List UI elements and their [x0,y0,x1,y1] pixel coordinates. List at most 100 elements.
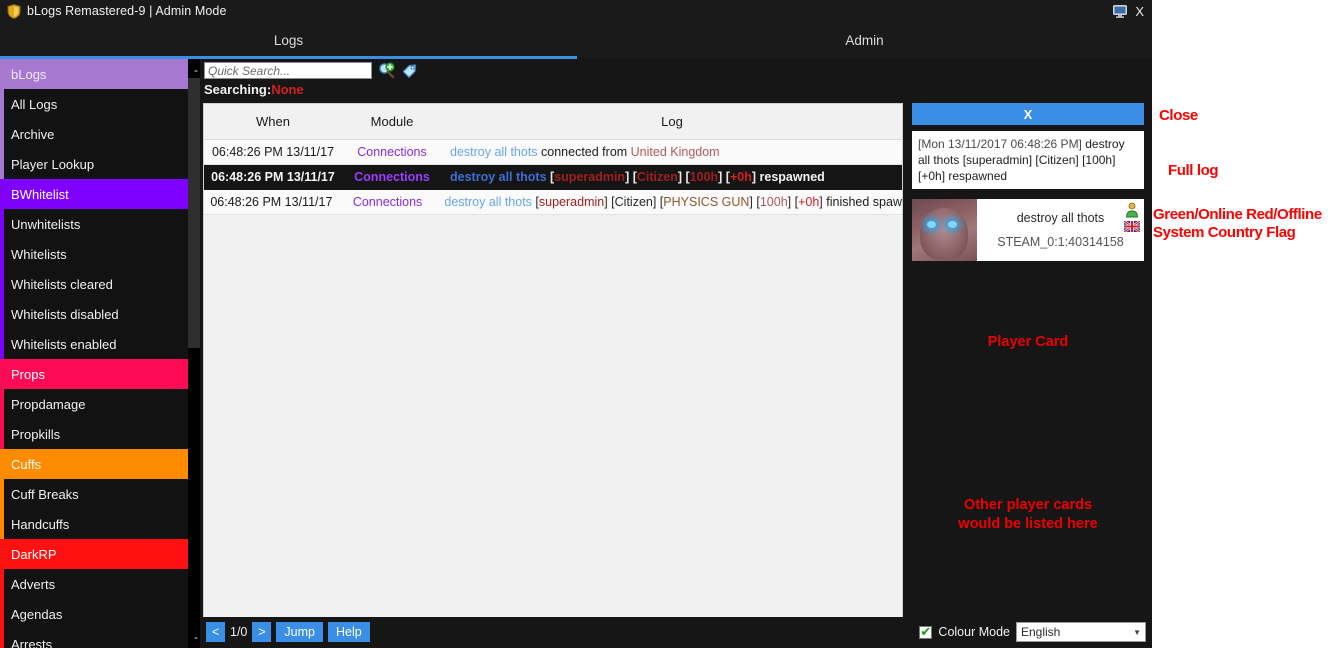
sidebar-group-strip [0,599,4,629]
sidebar-item-whitelists-enabled[interactable]: Whitelists enabled [0,329,188,359]
player-badges [1124,202,1140,232]
annotation-layer: Close Full log Green/Online Red/Offline S… [1152,0,1335,648]
chevron-down-icon: ▼ [1133,627,1141,637]
log-token: Citizen [614,195,653,209]
sidebar-group-strip [0,629,4,648]
sidebar-item-label: Cuffs [11,456,42,472]
sidebar-group-strip [0,119,4,149]
log-token: finished spaw [826,195,902,209]
sidebar-item-whitelists-cleared[interactable]: Whitelists cleared [0,269,188,299]
bottom-bar-right: Colour Mode English ▼ [919,622,1146,642]
colour-mode-checkbox[interactable] [919,624,933,640]
online-person-icon [1124,202,1140,218]
log-token: ] [ [604,195,615,209]
sidebar-item-propkills[interactable]: Propkills [0,419,188,449]
monitor-icon[interactable] [1113,4,1128,18]
sidebar-item-label: Whitelists cleared [11,276,113,292]
log-token: 100h [759,195,788,209]
logs-table-header: When Module Log [204,104,902,140]
sidebar-item-cuff-breaks[interactable]: Cuff Breaks [0,479,188,509]
sidebar-item-darkrp[interactable]: DarkRP [0,539,188,569]
window-close-button[interactable]: X [1135,5,1144,18]
sidebar-item-label: Cuff Breaks [11,486,79,502]
sidebar-item-player-lookup[interactable]: Player Lookup [0,149,188,179]
title-bar-left: bLogs Remastered-9 | Admin Mode [0,3,227,19]
sidebar-item-label: Whitelists disabled [11,306,119,322]
log-token: United Kingdom [630,145,720,159]
sidebar-item-adverts[interactable]: Adverts [0,569,188,599]
sidebar-item-label: Whitelists [11,246,67,262]
title-bar-right: X [1113,0,1144,22]
sidebar-item-whitelists[interactable]: Whitelists [0,239,188,269]
sidebar-item-bwhitelist[interactable]: BWhitelist [0,179,188,209]
sidebar-item-label: All Logs [11,96,58,112]
blogs-window: bLogs Remastered-9 | Admin Mode X Logs A… [0,0,1152,648]
player-card[interactable]: destroy all thots STEAM_0:1:40314158 [912,199,1144,261]
tab-logs[interactable]: Logs [0,22,577,58]
table-row[interactable]: 06:48:26 PM 13/11/17 Connections destroy a… [204,190,902,215]
sidebar-item-props[interactable]: Props [0,359,188,389]
search-add-icon[interactable] [378,62,395,79]
log-token: ] [ [787,195,799,209]
tab-bar: Logs Admin [0,22,1152,58]
sidebar-item-arrests[interactable]: Arrests [0,629,188,648]
sidebar-item-propdamage[interactable]: Propdamage [0,389,188,419]
sidebar-item-label: Adverts [11,576,56,592]
sidebar-item-whitelists-disabled[interactable]: Whitelists disabled [0,299,188,329]
player-avatar [912,199,977,261]
cell-log: destroy all thots [superadmin] [Citizen]… [436,195,902,209]
language-value: English [1021,625,1061,639]
table-row[interactable]: 06:48:26 PM 13/11/17 Connections destroy a… [204,165,902,190]
shield-icon [7,3,21,19]
avatar-eye-left [927,221,936,228]
column-header-module[interactable]: Module [342,114,442,129]
sidebar-group-strip [0,479,4,509]
cell-module: Connections [354,170,430,184]
language-select[interactable]: English ▼ [1016,622,1146,642]
sidebar-item-archive[interactable]: Archive [0,119,188,149]
cell-when: 06:48:26 PM 13/11/17 [211,145,335,159]
sidebar-item-handcuffs[interactable]: Handcuffs [0,509,188,539]
sidebar-item-cuffs[interactable]: Cuffs [0,449,188,479]
searching-label: Searching: [204,82,272,97]
column-header-log[interactable]: Log [442,114,902,129]
sidebar-item-all-logs[interactable]: All Logs [0,89,188,119]
sidebar-item-agendas[interactable]: Agendas [0,599,188,629]
jump-button[interactable]: Jump [276,622,323,642]
sidebar-group-strip [0,269,4,299]
sidebar-group-strip [0,89,4,119]
log-token: destroy all thots [444,195,536,209]
player-steamid: STEAM_0:1:40314158 [997,235,1124,249]
tab-admin[interactable]: Admin [577,22,1152,58]
column-header-when[interactable]: When [204,114,342,129]
log-token: ] [ [625,170,637,184]
uk-flag-icon [1124,221,1140,232]
log-token: +0h [729,170,752,184]
next-page-button[interactable]: > [252,622,272,642]
sidebar-item-label: DarkRP [11,546,57,562]
avatar-face [920,208,968,260]
detail-panel: X [Mon 13/11/2017 06:48:26 PM] destroy a… [908,59,1152,648]
sidebar-item-label: Archive [11,126,55,142]
sidebar-group-strip [0,419,4,449]
sidebar-item-blogs[interactable]: bLogs [0,59,188,89]
log-token: destroy all thots [450,145,538,159]
full-log-box[interactable]: [Mon 13/11/2017 06:48:26 PM] destroy all… [912,131,1144,189]
prev-page-button[interactable]: < [206,622,225,642]
sidebar-item-unwhitelists[interactable]: Unwhitelists [0,209,188,239]
sidebar-item-label: Arrests [11,636,53,648]
detail-close-button[interactable]: X [912,103,1144,125]
pager: < 1/0 > Jump Help [206,622,370,642]
annotation-status-flag: Green/Online Red/Offline System Country F… [1153,206,1322,241]
table-row[interactable]: 06:48:26 PM 13/11/17 Connections destroy a… [204,140,902,165]
search-input[interactable] [204,62,372,79]
logs-table-body: 06:48:26 PM 13/11/17 Connections destroy a… [204,140,902,215]
title-bar: bLogs Remastered-9 | Admin Mode X [0,0,1152,22]
help-button[interactable]: Help [327,622,370,642]
app-root: bLogs Remastered-9 | Admin Mode X Logs A… [0,0,1335,648]
sidebar-item-label: bLogs [11,66,47,82]
tag-icon[interactable] [401,62,418,79]
sidebar-group-strip [0,389,4,419]
sidebar[interactable]: bLogs All Logs Archive Player Lookup BWhitel… [0,59,188,648]
log-token: superadmin [554,170,626,184]
